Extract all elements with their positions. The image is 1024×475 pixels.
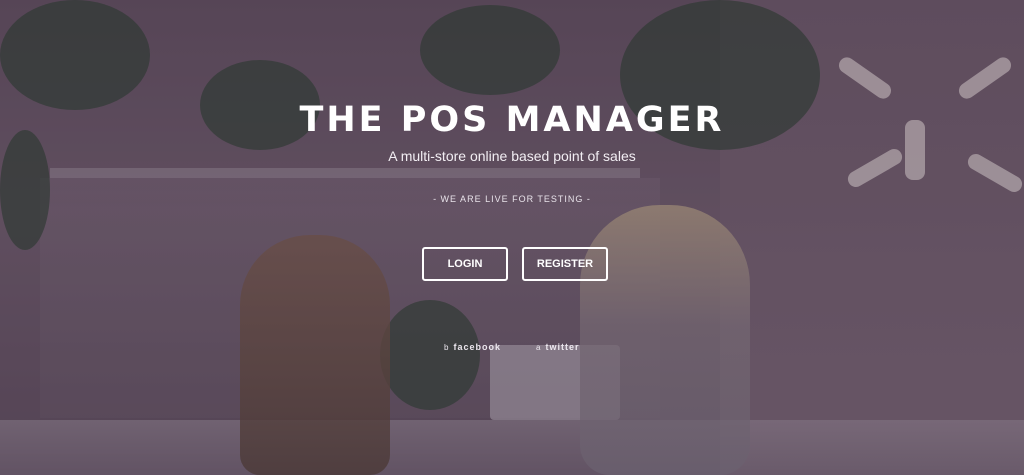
page-title: THE POS MANAGER xyxy=(299,100,725,140)
hero-section: THE POS MANAGER A multi-store online bas… xyxy=(0,0,1024,475)
twitter-icon: a xyxy=(536,342,542,352)
testing-tagline: - WE ARE LIVE FOR TESTING - xyxy=(433,194,591,204)
page-subtitle: A multi-store online based point of sale… xyxy=(388,148,636,164)
facebook-label: facebook xyxy=(453,342,501,352)
twitter-label: twitter xyxy=(545,342,580,352)
twitter-link[interactable]: a twitter xyxy=(536,342,579,352)
login-button[interactable]: LOGIN xyxy=(422,247,508,281)
facebook-link[interactable]: b facebook xyxy=(444,342,501,352)
facebook-icon: b xyxy=(444,342,450,352)
register-button[interactable]: REGISTER xyxy=(522,247,608,281)
